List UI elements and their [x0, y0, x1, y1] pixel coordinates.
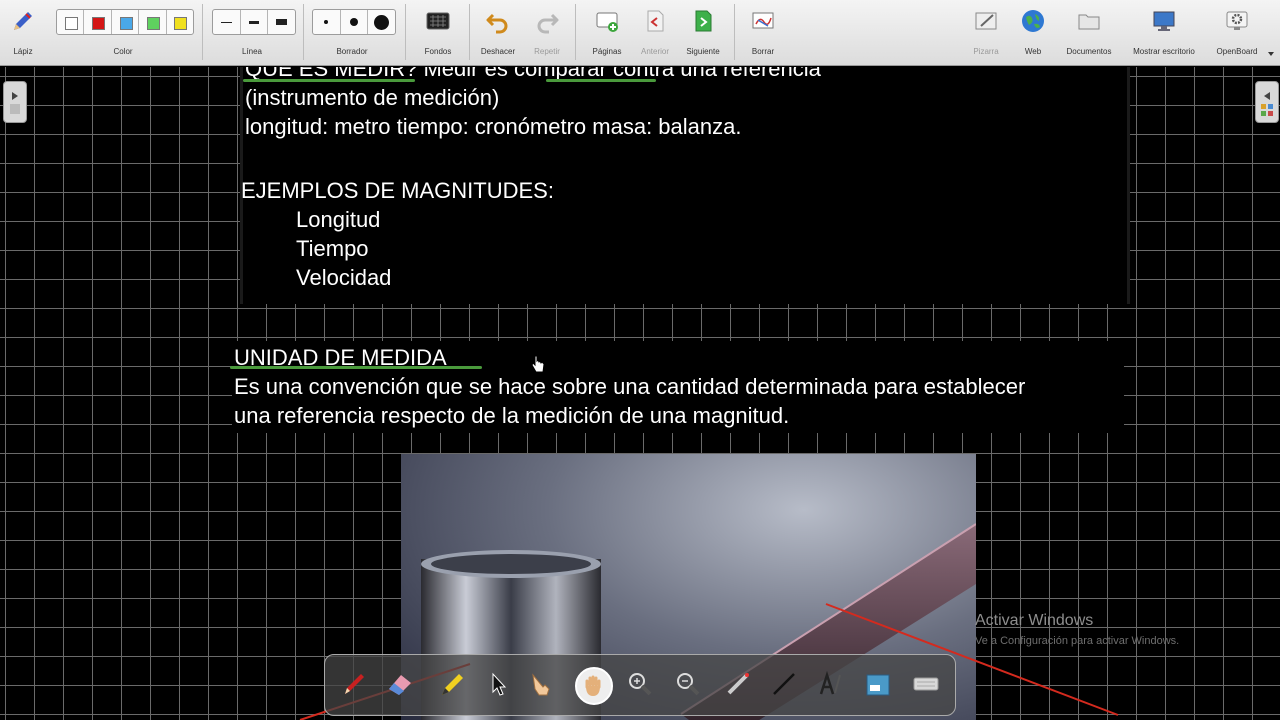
eraser-medium[interactable] [341, 10, 369, 34]
laser-pointer-icon [727, 673, 749, 695]
line-group: Línea [208, 0, 296, 66]
color-white[interactable] [57, 10, 85, 34]
line-width-selector[interactable] [212, 9, 296, 35]
color-red[interactable] [84, 10, 112, 34]
highlighter-icon [442, 674, 463, 695]
line-tool[interactable] [767, 667, 801, 701]
zoom-out-icon [677, 673, 700, 696]
folder-icon [1076, 8, 1102, 34]
undo-arrow-icon [485, 8, 511, 34]
arrow-pointer-icon [492, 672, 507, 696]
clear-board-button[interactable]: Borrar [738, 0, 788, 66]
previous-page-button[interactable]: Anterior [632, 0, 678, 66]
hand-pan-tool[interactable] [575, 667, 613, 705]
pen-tool[interactable] [337, 667, 371, 701]
zoom-in-icon [629, 673, 652, 696]
board-mode-button[interactable]: Pizarra [962, 0, 1010, 66]
activation-watermark-subtitle: Ve a Configuración para activar Windows. [975, 635, 1180, 647]
eraser-tool[interactable] [383, 667, 417, 701]
line-thin[interactable] [213, 10, 241, 34]
zoom-in-tool[interactable] [623, 667, 657, 701]
highlighter-tool[interactable] [435, 667, 469, 701]
clear-board-icon [750, 8, 776, 34]
monitor-icon [1151, 8, 1177, 34]
board-mode-icon [973, 8, 999, 34]
pencil-button[interactable]: Lápiz [0, 0, 46, 66]
add-page-icon [594, 8, 620, 34]
main-toolbar: Lápiz Color Línea Borrador Fondos Deshac… [0, 0, 1280, 66]
selector-tool[interactable] [481, 667, 515, 701]
eraser-size-selector[interactable] [312, 9, 396, 35]
backgrounds-button[interactable]: Fondos [412, 0, 464, 66]
text-tool[interactable] [813, 667, 847, 701]
floating-tool-palette [324, 654, 956, 716]
documents-button[interactable]: Documentos [1060, 0, 1118, 66]
eraser-large[interactable] [368, 10, 395, 34]
keyboard-icon [913, 677, 939, 691]
hand-icon [585, 675, 601, 696]
undo-button[interactable]: Deshacer [472, 0, 524, 66]
globe-icon [1020, 8, 1046, 34]
capture-icon [866, 674, 890, 696]
toolbar-expand-icon[interactable] [1266, 46, 1276, 56]
text-icon [819, 670, 841, 695]
previous-page-icon [642, 8, 668, 34]
color-selector[interactable] [56, 9, 194, 35]
color-group: Color [52, 0, 194, 66]
settings-icon [1224, 8, 1250, 34]
eraser-icon [389, 675, 411, 695]
virtual-keyboard-tool[interactable] [909, 667, 943, 701]
line-thick[interactable] [268, 10, 295, 34]
interact-tool[interactable] [525, 667, 559, 701]
whiteboard-canvas[interactable]: QUÉ ES MEDIR? Medir es comparar contra u… [0, 67, 1280, 720]
grid-background-icon [425, 8, 451, 34]
pencil-icon [10, 8, 36, 34]
next-page-button[interactable]: Siguiente [678, 0, 728, 66]
web-button[interactable]: Web [1010, 0, 1056, 66]
next-page-icon [690, 8, 716, 34]
pages-button[interactable]: Páginas [582, 0, 632, 66]
zoom-out-tool[interactable] [671, 667, 705, 701]
redo-button[interactable]: Repetir [524, 0, 570, 66]
show-desktop-button[interactable]: Mostrar escritorio [1122, 0, 1206, 66]
laser-pointer-tool[interactable] [721, 667, 755, 701]
color-blue[interactable] [112, 10, 140, 34]
pen-icon [345, 674, 364, 694]
capture-tool[interactable] [861, 667, 895, 701]
activation-watermark-title: Activar Windows [975, 612, 1094, 629]
openboard-menu-button[interactable]: OpenBoard [1208, 0, 1266, 66]
redo-arrow-icon [534, 8, 560, 34]
color-green[interactable] [139, 10, 167, 34]
pointing-hand-icon [532, 673, 550, 696]
hand-cursor-icon [530, 354, 546, 374]
eraser-small[interactable] [313, 10, 341, 34]
eraser-group: Borrador [308, 0, 396, 66]
line-icon [773, 673, 795, 695]
color-yellow[interactable] [167, 10, 193, 34]
line-medium[interactable] [241, 10, 269, 34]
